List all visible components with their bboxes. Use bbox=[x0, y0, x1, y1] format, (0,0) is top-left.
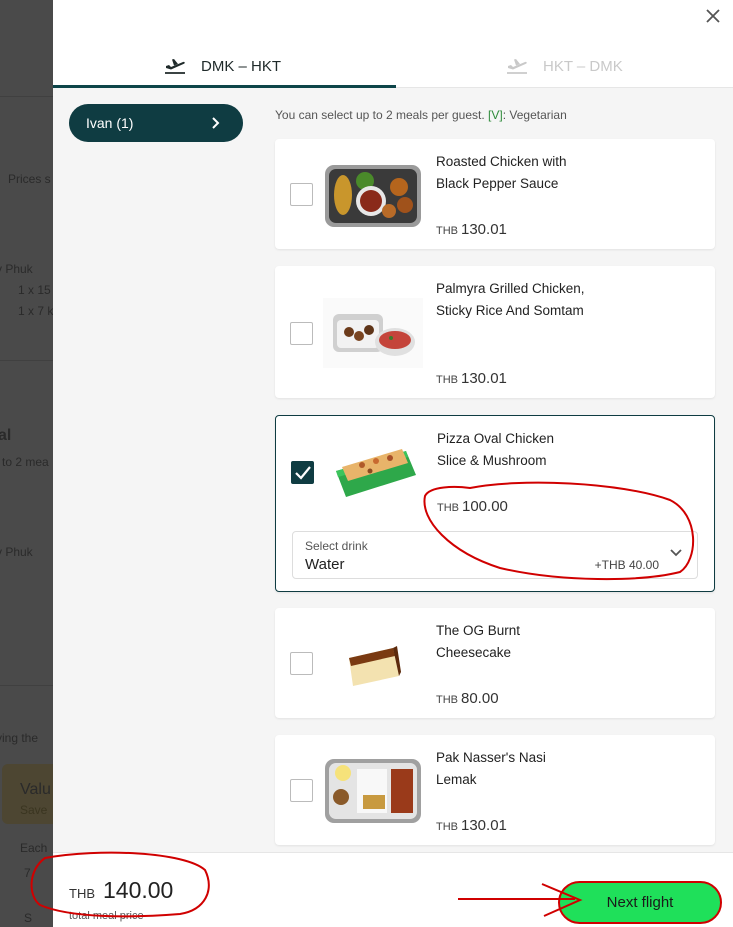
meal-checkbox[interactable] bbox=[290, 322, 313, 345]
price-value: 100.00 bbox=[462, 498, 508, 515]
total-label: total meal price bbox=[69, 910, 144, 922]
meal-name: Pizza Oval Chicken Slice & Mushroom bbox=[437, 431, 555, 468]
guest-sidebar: Ivan (1) bbox=[53, 88, 260, 852]
guest-selector-button[interactable]: Ivan (1) bbox=[69, 104, 243, 142]
meal-price: THB 130.01 bbox=[436, 221, 507, 238]
bg-text: y Phuk bbox=[0, 545, 33, 559]
meal-checkbox-checked[interactable] bbox=[291, 461, 314, 484]
currency: THB bbox=[436, 374, 458, 386]
checkmark-icon bbox=[295, 466, 311, 480]
meal-list: You can select up to 2 meals per guest. … bbox=[260, 88, 733, 852]
chevron-down-icon bbox=[670, 549, 682, 557]
price-value: 130.01 bbox=[461, 221, 507, 238]
meal-name: Roasted Chicken with Black Pepper Sauce bbox=[436, 154, 567, 191]
bg-text: Prices s bbox=[8, 172, 51, 186]
meal-name: Pak Nasser's Nasi Lemak bbox=[436, 750, 546, 787]
bg-text: Each bbox=[20, 841, 48, 855]
bg-text: y Phuk bbox=[0, 262, 33, 276]
grilled-chicken-image bbox=[323, 298, 423, 368]
bg-text: Save bbox=[20, 803, 48, 817]
close-icon bbox=[706, 9, 720, 23]
next-flight-label: Next flight bbox=[606, 894, 674, 911]
currency: THB bbox=[437, 502, 459, 514]
divider bbox=[0, 685, 60, 686]
bg-text: al bbox=[0, 427, 12, 444]
modal-footer: THB 140.00 total meal price Next flight bbox=[53, 852, 733, 927]
meal-price: THB 130.01 bbox=[436, 817, 507, 834]
cheesecake-image bbox=[349, 646, 401, 686]
bg-text: to 2 mea bbox=[2, 455, 49, 469]
price-value: 80.00 bbox=[461, 690, 499, 707]
drink-extra-price: +THB 40.00 bbox=[594, 558, 659, 572]
bg-text: Valu bbox=[20, 781, 51, 798]
price-value: 130.01 bbox=[461, 817, 507, 834]
meal-name: Palmyra Grilled Chicken, Sticky Rice And… bbox=[436, 281, 585, 318]
modal-header: DMK – HKT HKT – DMK bbox=[53, 0, 733, 88]
background-page: Prices s y Phuk 1 x 15 1 x 7 k al to 2 m… bbox=[0, 0, 60, 927]
meal-selection-modal: DMK – HKT HKT – DMK Ivan (1) You can sel… bbox=[53, 0, 733, 927]
currency: THB bbox=[69, 886, 95, 901]
veg-code: [V] bbox=[488, 108, 503, 122]
meal-card-selected[interactable]: Pizza Oval Chicken Slice & Mushroom THB 1… bbox=[275, 415, 715, 592]
plane-takeoff-icon bbox=[507, 59, 527, 74]
divider bbox=[0, 96, 60, 97]
close-button[interactable] bbox=[701, 4, 725, 28]
bg-text: S bbox=[24, 911, 33, 925]
meal-card[interactable]: Roasted Chicken with Black Pepper Sauce … bbox=[275, 139, 715, 249]
tab-outbound[interactable]: DMK – HKT bbox=[163, 46, 281, 86]
divider bbox=[0, 360, 60, 361]
hint-text: You can select up to 2 meals per guest. bbox=[275, 108, 485, 122]
roasted-chicken-image bbox=[325, 165, 421, 227]
drink-select[interactable]: Select drink Water +THB 40.00 bbox=[292, 531, 698, 579]
price-value: 130.01 bbox=[461, 370, 507, 387]
currency: THB bbox=[436, 694, 458, 706]
tab-label: HKT – DMK bbox=[543, 57, 623, 75]
chevron-right-icon bbox=[212, 117, 220, 129]
nasi-lemak-image bbox=[325, 759, 421, 823]
bg-text: ying the bbox=[0, 731, 39, 745]
total-price: THB 140.00 bbox=[69, 877, 173, 904]
meal-hint: You can select up to 2 meals per guest. … bbox=[275, 108, 567, 122]
meal-checkbox[interactable] bbox=[290, 183, 313, 206]
tab-return[interactable]: HKT – DMK bbox=[505, 46, 623, 86]
drink-select-label: Select drink bbox=[305, 539, 368, 553]
total-amount: 140.00 bbox=[103, 877, 174, 903]
tab-label: DMK – HKT bbox=[201, 57, 282, 75]
meal-card[interactable]: The OG Burnt Cheesecake THB 80.00 bbox=[275, 608, 715, 718]
bg-text: 1 x 7 k bbox=[18, 304, 54, 318]
meal-price: THB 100.00 bbox=[437, 498, 508, 515]
pizza-image bbox=[336, 449, 416, 497]
meal-checkbox[interactable] bbox=[290, 652, 313, 675]
meal-card[interactable]: Palmyra Grilled Chicken, Sticky Rice And… bbox=[275, 266, 715, 398]
currency: THB bbox=[436, 821, 458, 833]
meal-card[interactable]: Pak Nasser's Nasi Lemak THB 130.01 bbox=[275, 735, 715, 845]
drink-value: Water bbox=[305, 556, 345, 573]
meal-checkbox[interactable] bbox=[290, 779, 313, 802]
veg-label: : Vegetarian bbox=[502, 108, 567, 122]
meal-price: THB 130.01 bbox=[436, 370, 507, 387]
meal-price: THB 80.00 bbox=[436, 690, 499, 707]
next-flight-button[interactable]: Next flight bbox=[558, 881, 722, 924]
currency: THB bbox=[436, 225, 458, 237]
bg-text: 7 bbox=[24, 866, 31, 880]
bg-text: 1 x 15 bbox=[18, 283, 51, 297]
guest-name: Ivan (1) bbox=[86, 115, 134, 131]
meal-name: The OG Burnt Cheesecake bbox=[436, 623, 521, 660]
plane-takeoff-icon bbox=[165, 59, 185, 74]
